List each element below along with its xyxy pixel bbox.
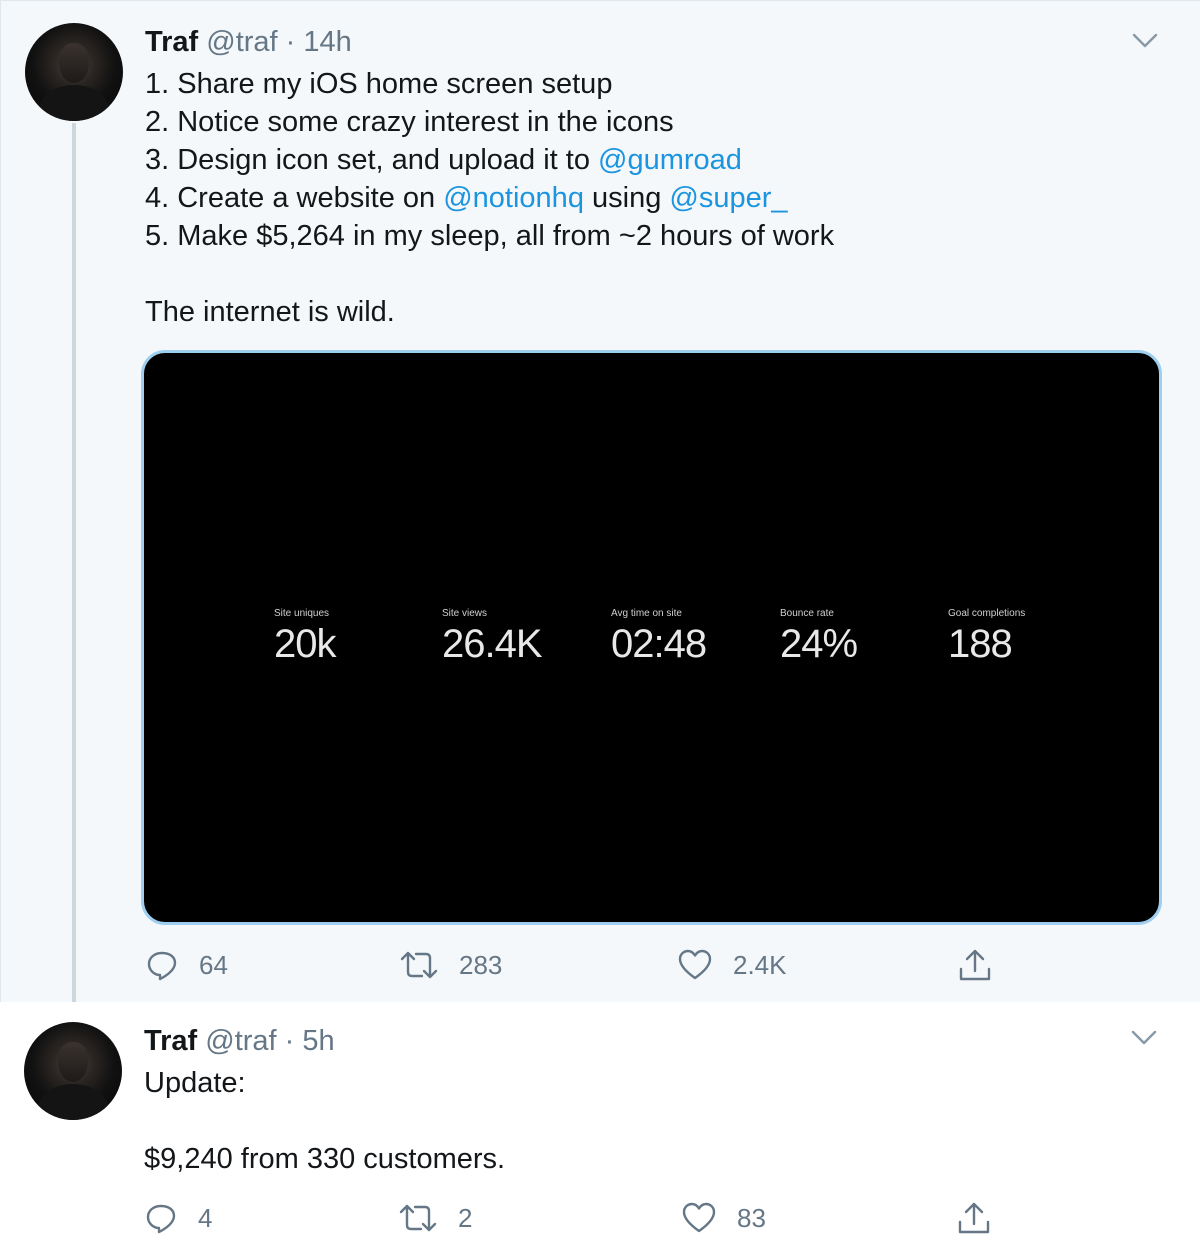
reply-count: 4 [198, 1202, 213, 1233]
stat-value: 20k [274, 622, 336, 666]
retweet-button[interactable]: 2 [398, 1198, 472, 1238]
tweet-actions: 64 283 2.4K [1, 945, 1200, 985]
author-handle[interactable]: @traf [206, 26, 277, 58]
author-name[interactable]: Traf [145, 26, 198, 58]
text-line: 3. Design icon set, and upload it to @gu… [145, 144, 742, 176]
stat-label: Site uniques [274, 608, 330, 619]
text-line: 2. Notice some crazy interest in the ico… [145, 106, 674, 138]
heart-icon [678, 949, 712, 980]
retweet-button[interactable]: 283 [399, 945, 502, 985]
stat-value: 24% [780, 622, 858, 666]
stat-avg-time-on-site: Avg time on site 02:48 [611, 607, 707, 667]
text-line: 4. Create a website on @notionhq using @… [145, 182, 788, 214]
like-button[interactable]: 83 [681, 1198, 766, 1238]
avatar[interactable] [25, 23, 123, 121]
chevron-down-icon[interactable] [1130, 1028, 1158, 1048]
mention-link[interactable]: @gumroad [598, 144, 742, 176]
reply-button[interactable]: 64 [145, 945, 228, 985]
stat-label: Avg time on site [611, 608, 682, 619]
like-button[interactable]: 2.4K [677, 945, 787, 985]
tweet-header: Traf @traf · 14h [145, 23, 352, 61]
stat-bounce-rate: Bounce rate 24% [780, 607, 858, 667]
text-line: 1. Share my iOS home screen setup [145, 68, 613, 100]
text-line [144, 1102, 505, 1140]
tweet[interactable]: Traf @traf · 14h 1. Share my iOS home sc… [0, 0, 1200, 1013]
thread-connector-line [72, 123, 76, 1013]
reply-button[interactable]: 4 [144, 1198, 212, 1238]
retweet-icon [400, 951, 438, 979]
stat-value: 188 [948, 622, 1013, 666]
text-line: 5. Make $5,264 in my sleep, all from ~2 … [145, 220, 835, 252]
stat-site-uniques: Site uniques 20k [274, 607, 336, 667]
tweet-timestamp[interactable]: 14h [303, 26, 351, 58]
stat-value: 26.4K [442, 622, 543, 666]
share-icon [959, 949, 991, 981]
text-line: $9,240 from 330 customers. [144, 1143, 506, 1175]
reply-count: 64 [199, 949, 228, 980]
mention-link[interactable]: @notionhq [443, 182, 584, 214]
author-name[interactable]: Traf [144, 1025, 197, 1057]
tweet-text: Update: $9,240 from 330 customers. [144, 1064, 505, 1178]
avatar[interactable] [24, 1022, 122, 1120]
heart-icon [682, 1202, 716, 1233]
reply-icon [146, 1204, 176, 1234]
tweet-header: Traf @traf · 5h [144, 1022, 335, 1060]
text-line: Update: [144, 1067, 246, 1099]
tweet[interactable]: Traf @traf · 5h Update: $9,240 from 330 … [0, 1002, 1200, 1260]
stat-label: Bounce rate [780, 608, 834, 619]
tweet-media-image[interactable]: Site uniques 20k Site views 26.4K Avg ti… [141, 350, 1162, 925]
share-icon [958, 1202, 990, 1234]
tweet-actions: 4 2 83 [0, 1198, 1200, 1238]
share-button[interactable] [957, 945, 993, 985]
stat-site-views: Site views 26.4K [442, 607, 543, 667]
separator-dot: · [285, 26, 296, 58]
tweet-timestamp[interactable]: 5h [302, 1025, 334, 1057]
like-count: 83 [737, 1202, 766, 1233]
separator-dot: · [284, 1025, 295, 1057]
retweet-count: 2 [458, 1202, 473, 1233]
tweet-text: 1. Share my iOS home screen setup 2. Not… [145, 65, 834, 331]
stat-value: 02:48 [611, 622, 707, 666]
share-button[interactable] [956, 1198, 992, 1238]
text-line: The internet is wild. [145, 296, 395, 328]
stat-label: Site views [442, 608, 488, 619]
retweet-count: 283 [459, 949, 503, 980]
author-handle[interactable]: @traf [205, 1025, 276, 1057]
mention-link[interactable]: @super_ [669, 182, 787, 214]
reply-icon [147, 951, 177, 981]
like-count: 2.4K [733, 949, 787, 980]
chevron-down-icon[interactable] [1131, 31, 1159, 51]
text-line [145, 255, 834, 293]
stat-label: Goal completions [948, 608, 1026, 619]
stat-goal-completions: Goal completions 188 [948, 607, 1025, 667]
retweet-icon [399, 1204, 437, 1232]
